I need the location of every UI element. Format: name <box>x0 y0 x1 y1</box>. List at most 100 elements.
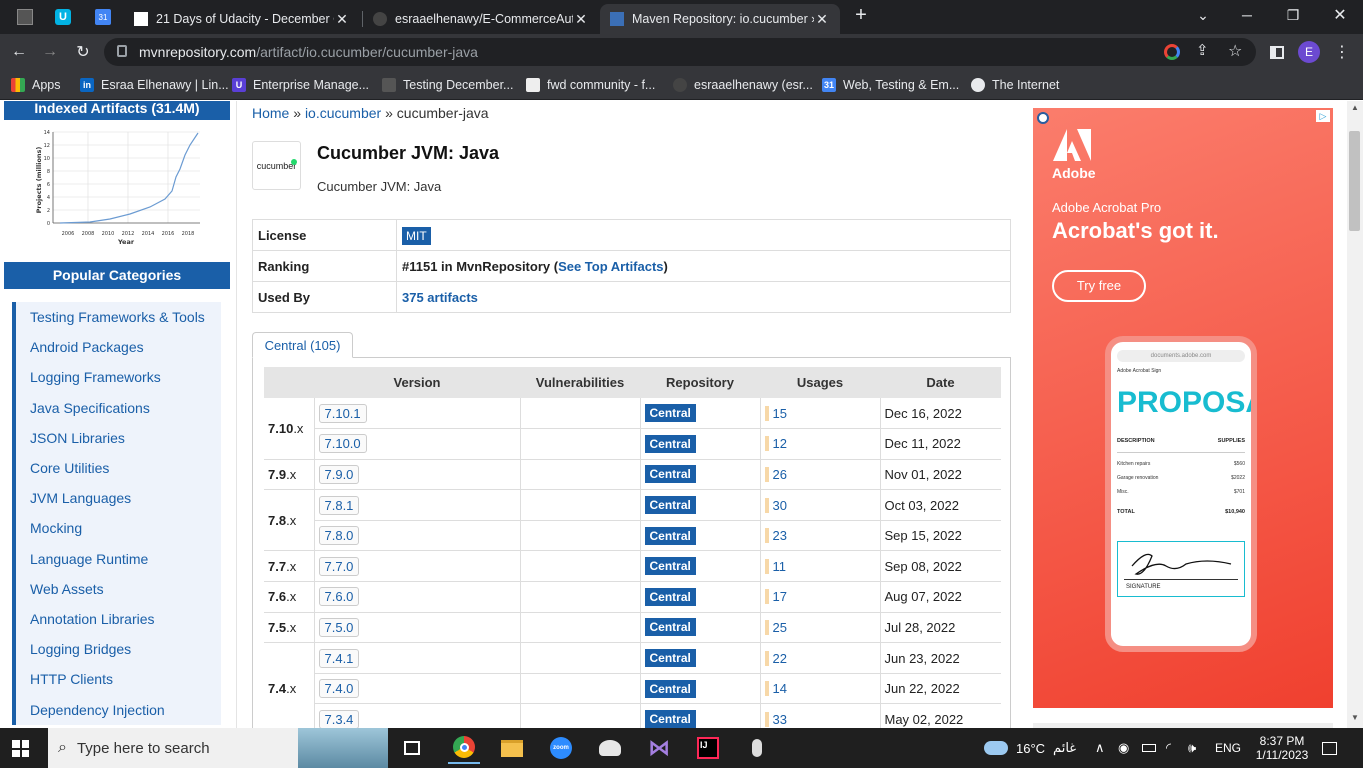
version-link[interactable]: 7.4.0 <box>318 679 360 699</box>
category-link[interactable]: Logging Frameworks <box>12 362 224 393</box>
repository-badge[interactable]: Central <box>644 404 696 423</box>
category-link[interactable]: Core Utilities <box>12 452 224 484</box>
repository-badge[interactable]: Central <box>644 710 696 728</box>
microphone-app-icon[interactable] <box>741 732 773 764</box>
bookmark-testing[interactable]: Testing December... <box>382 75 513 95</box>
pinned-tab-terminal[interactable] <box>10 4 40 30</box>
intellij-icon[interactable]: IJ <box>692 732 724 764</box>
see-top-artifacts-link[interactable]: See Top Artifacts <box>558 259 663 274</box>
breadcrumb-home-link[interactable]: Home <box>252 105 289 121</box>
category-link[interactable]: JVM Languages <box>12 483 224 514</box>
category-link[interactable]: JSON Libraries <box>12 422 224 453</box>
close-tab-icon[interactable]: ✕ <box>334 11 350 28</box>
pinned-tab-calendar[interactable]: 31 <box>88 4 118 30</box>
ad-try-free-button[interactable]: Try free <box>1052 270 1146 302</box>
usages-link[interactable]: 23 <box>764 528 787 544</box>
tab-udacity[interactable]: 21 Days of Udacity - December C ✕ <box>124 4 360 34</box>
taskbar-search-box[interactable]: ⌕ Type here to search <box>48 728 388 768</box>
minimize-button[interactable]: ─ <box>1224 0 1270 30</box>
chrome-app-icon[interactable] <box>448 732 480 764</box>
bookmark-github[interactable]: esraaelhenawy (esr... <box>673 75 813 95</box>
repository-badge[interactable]: Central <box>644 649 696 668</box>
tab-github[interactable]: esraaelhenawy/E-CommerceAuto ✕ <box>363 4 599 34</box>
usages-link[interactable]: 26 <box>764 466 787 482</box>
clock[interactable]: 8:37 PM 1/11/2023 <box>1256 728 1309 768</box>
close-tab-icon[interactable]: ✕ <box>814 11 830 28</box>
advertisement[interactable]: ▷ Adobe Adobe Acrobat Pro Acrobat's got … <box>1033 108 1333 708</box>
side-panel-icon[interactable] <box>1265 40 1289 64</box>
new-tab-button[interactable]: + <box>846 0 876 30</box>
category-link[interactable]: Dependency Injection <box>12 694 224 725</box>
category-link[interactable]: Web Assets <box>12 573 224 604</box>
usages-link[interactable]: 22 <box>764 650 787 666</box>
version-link[interactable]: 7.10.1 <box>318 403 367 423</box>
language-indicator[interactable]: ENG <box>1215 728 1241 768</box>
repository-badge[interactable]: Central <box>644 526 696 545</box>
version-link[interactable]: 7.6.0 <box>318 587 360 607</box>
battery-icon[interactable] <box>1142 728 1156 768</box>
repository-badge[interactable]: Central <box>644 618 696 637</box>
version-link[interactable]: 7.8.0 <box>318 526 360 546</box>
category-link[interactable]: Testing Frameworks & Tools <box>12 302 224 333</box>
category-link[interactable]: HTTP Clients <box>12 664 224 695</box>
repository-badge[interactable]: Central <box>644 679 696 698</box>
version-link[interactable]: 7.5.0 <box>318 617 360 637</box>
repository-badge[interactable]: Central <box>644 465 696 484</box>
close-tab-icon[interactable]: ✕ <box>573 11 589 28</box>
repository-badge[interactable]: Central <box>644 496 696 515</box>
wifi-icon[interactable]: ◜ <box>1166 728 1171 768</box>
snipping-tool-icon[interactable] <box>594 732 626 764</box>
bookmark-web-testing[interactable]: 31 Web, Testing & Em... <box>822 75 959 95</box>
pinned-tab-udacity[interactable]: U <box>48 4 78 30</box>
usages-link[interactable]: 12 <box>764 436 787 452</box>
scrollbar-thumb[interactable] <box>1349 131 1360 231</box>
ad-choices-icon[interactable] <box>1037 112 1049 124</box>
tray-record-icon[interactable]: ◉ <box>1118 728 1129 768</box>
category-link[interactable]: Annotation Libraries <box>12 603 224 635</box>
menu-dots-icon[interactable]: ⋮ <box>1330 40 1354 64</box>
category-link[interactable]: Language Runtime <box>12 543 224 574</box>
category-link[interactable]: Java Specifications <box>12 392 224 423</box>
usages-link[interactable]: 33 <box>764 711 787 727</box>
tab-central[interactable]: Central (105) <box>252 332 353 358</box>
forward-arrow-icon[interactable]: → <box>38 40 62 64</box>
weather-widget[interactable]: 16°C غائم <box>984 728 1076 768</box>
repository-badge[interactable]: Central <box>644 557 696 576</box>
reload-icon[interactable]: ↻ <box>71 40 95 64</box>
breadcrumb-group-link[interactable]: io.cucumber <box>305 105 381 121</box>
bookmark-apps[interactable]: Apps <box>11 75 61 95</box>
tab-maven[interactable]: Maven Repository: io.cucumber » ✕ <box>600 4 840 34</box>
usages-link[interactable]: 17 <box>764 589 787 605</box>
repository-badge[interactable]: Central <box>644 434 696 453</box>
usages-link[interactable]: 15 <box>764 405 787 421</box>
bookmark-linkedin[interactable]: in Esraa Elhenawy | Lin... <box>80 75 229 95</box>
usages-link[interactable]: 30 <box>764 497 787 513</box>
repository-badge[interactable]: Central <box>644 587 696 606</box>
file-explorer-icon[interactable] <box>496 732 528 764</box>
address-bar[interactable]: mvnrepository.com/artifact/io.cucumber/c… <box>104 38 1256 66</box>
category-link[interactable]: Mocking <box>12 513 224 544</box>
page-scrollbar[interactable]: ▲ ▼ <box>1347 101 1363 728</box>
license-badge[interactable]: MIT <box>402 226 431 245</box>
usages-link[interactable]: 25 <box>764 619 787 635</box>
close-window-button[interactable]: ✕ <box>1317 0 1363 30</box>
visual-studio-icon[interactable]: ⋈ <box>643 732 675 764</box>
bookmark-enterprise[interactable]: U Enterprise Manage... <box>232 75 369 95</box>
used-by-link[interactable]: 375 artifacts <box>402 290 478 305</box>
version-link[interactable]: 7.10.0 <box>318 434 367 454</box>
notification-icon[interactable] <box>1322 728 1337 768</box>
version-link[interactable]: 7.8.1 <box>318 495 360 515</box>
zoom-app-icon[interactable]: zoom <box>545 732 577 764</box>
profile-avatar[interactable]: E <box>1297 40 1321 64</box>
usages-link[interactable]: 11 <box>764 558 786 574</box>
version-link[interactable]: 7.7.0 <box>318 556 360 576</box>
ad-info-icon[interactable]: ▷ <box>1316 110 1330 122</box>
share-icon[interactable]: ⇪ <box>1196 41 1209 59</box>
tray-chevron-icon[interactable]: ∧ <box>1095 728 1105 768</box>
bookmark-the-internet[interactable]: The Internet <box>971 75 1059 95</box>
bookmark-fwd[interactable]: fwd community - f... <box>526 75 655 95</box>
version-link[interactable]: 7.3.4 <box>318 709 360 728</box>
task-view-icon[interactable] <box>396 732 428 764</box>
back-arrow-icon[interactable]: ← <box>7 40 31 64</box>
category-link[interactable]: Logging Bridges <box>12 634 224 665</box>
